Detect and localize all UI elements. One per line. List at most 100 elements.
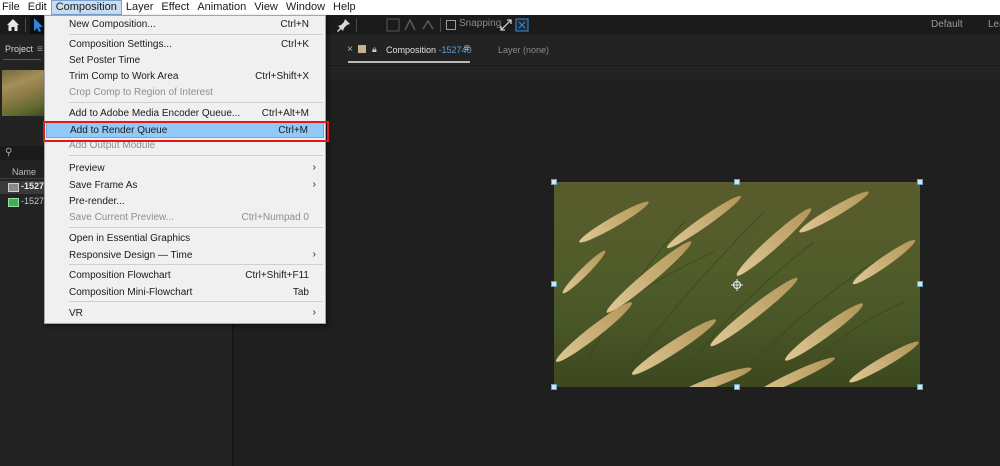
submenu-arrow-icon: › <box>312 307 316 318</box>
project-thumbnail <box>2 70 44 116</box>
menu-separator <box>69 34 323 35</box>
menu-item-shortcut: Ctrl+Shift+F11 <box>245 270 309 281</box>
puppet-icon[interactable] <box>385 17 401 33</box>
menu-item-shortcut: Ctrl+N <box>280 19 309 30</box>
composition-menu-dropdown: New Composition... Ctrl+N Composition Sett… <box>44 15 326 324</box>
menu-item-new-composition[interactable]: New Composition... Ctrl+N <box>46 17 324 33</box>
submenu-arrow-icon: › <box>312 179 316 190</box>
toolbar-separator <box>440 18 441 32</box>
snap-grid-icon[interactable] <box>514 17 530 33</box>
menu-item-label: Open in Essential Graphics <box>69 233 191 244</box>
menu-item-open-in-essential-graphics[interactable]: Open in Essential Graphics <box>46 231 324 247</box>
menu-item-trim-comp-to-work-area[interactable]: Trim Comp to Work Area Ctrl+Shift+X <box>46 69 324 85</box>
tab-underline <box>3 59 41 60</box>
snapping-label: Snapping <box>459 18 502 29</box>
menu-item-responsive-design-time[interactable]: Responsive Design — Time › <box>46 248 324 264</box>
menu-edit[interactable]: Edit <box>24 0 51 15</box>
menu-separator <box>69 301 323 302</box>
lock-icon[interactable]: 🔒︎ <box>372 44 377 55</box>
menu-item-crop-comp-to-region-of-interest[interactable]: Crop Comp to Region of Interest <box>46 85 324 101</box>
transform-handle-bottom-left[interactable] <box>551 384 557 390</box>
toolbar-separator <box>25 18 26 32</box>
menu-item-shortcut: Ctrl+K <box>280 39 309 50</box>
viewer-divider <box>234 65 1000 66</box>
menu-separator <box>69 264 323 265</box>
menu-item-set-poster-time[interactable]: Set Poster Time <box>46 53 324 69</box>
menu-separator <box>69 102 323 103</box>
menu-item-save-frame-as[interactable]: Save Frame As › <box>46 178 324 194</box>
menu-item-preview[interactable]: Preview › <box>46 161 324 177</box>
panel-menu-icon[interactable]: ≡ <box>37 44 43 55</box>
menu-item-save-current-preview[interactable]: Save Current Preview... Ctrl+Numpad 0 <box>46 210 324 226</box>
menu-item-label: Crop Comp to Region of Interest <box>69 87 213 98</box>
toolbar-separator <box>356 18 357 32</box>
menu-item-pre-render[interactable]: Pre-render... <box>46 194 324 210</box>
menu-item-label: Pre-render... <box>69 196 125 207</box>
annotation-highlight-box <box>43 121 329 142</box>
menu-window[interactable]: Window <box>282 0 329 15</box>
workspace-default[interactable]: Default <box>931 19 963 30</box>
composition-icon <box>8 183 19 192</box>
submenu-arrow-icon: › <box>312 162 316 173</box>
menu-animation[interactable]: Animation <box>193 0 250 15</box>
menu-item-label: Responsive Design — Time <box>69 250 193 261</box>
transform-handle-top-left[interactable] <box>551 179 557 185</box>
menu-item-add-to-adobe-media-encoder-queue[interactable]: Add to Adobe Media Encoder Queue... Ctrl+… <box>46 106 324 122</box>
transform-handle-top-right[interactable] <box>917 179 923 185</box>
menu-item-composition-flowchart[interactable]: Composition Flowchart Ctrl+Shift+F11 <box>46 268 324 284</box>
menu-item-label: Composition Settings... <box>69 39 172 50</box>
anchor-point-icon[interactable] <box>731 279 743 291</box>
menu-item-shortcut: Tab <box>292 287 309 298</box>
project-item-image[interactable]: -1527 <box>0 196 44 209</box>
menu-item-vr[interactable]: VR › <box>46 306 324 322</box>
workspace-learn[interactable]: Lea <box>988 19 1000 30</box>
panel-menu-icon[interactable]: ≡ <box>464 43 470 54</box>
snap-arrows-icon[interactable] <box>498 17 514 33</box>
transform-handle-top[interactable] <box>734 179 740 185</box>
menu-item-label: Save Frame As <box>69 180 138 191</box>
menu-item-shortcut: Ctrl+Numpad 0 <box>241 212 309 223</box>
pin-icon[interactable] <box>336 17 352 33</box>
menu-effect[interactable]: Effect <box>157 0 193 15</box>
menu-file[interactable]: File <box>0 0 24 15</box>
home-icon[interactable] <box>5 17 21 33</box>
transform-handle-bottom-right[interactable] <box>917 384 923 390</box>
menu-item-label: Composition Flowchart <box>69 270 171 281</box>
menu-separator <box>69 227 323 228</box>
name-column-header[interactable]: Name <box>0 167 44 179</box>
menu-separator <box>69 155 323 156</box>
menu-bar: File Edit Composition Layer Effect Anima… <box>0 0 1000 15</box>
submenu-arrow-icon: › <box>312 249 316 260</box>
menu-layer[interactable]: Layer <box>122 0 158 15</box>
project-item-composition[interactable]: -1527 <box>0 181 44 194</box>
menu-item-shortcut: Ctrl+Shift+X <box>255 71 309 82</box>
tab-layer[interactable]: Layer (none) <box>498 45 549 55</box>
search-icon: ⚲ <box>5 147 13 158</box>
transform-handle-right[interactable] <box>917 281 923 287</box>
puppet-advanced-icon[interactable] <box>420 17 436 33</box>
menu-help[interactable]: Help <box>329 0 360 15</box>
menu-item-label: New Composition... <box>69 19 156 30</box>
image-file-icon <box>8 198 19 207</box>
menu-item-label: Composition Mini-Flowchart <box>69 287 193 298</box>
menu-composition[interactable]: Composition <box>50 0 122 15</box>
menu-view[interactable]: View <box>250 0 282 15</box>
menu-item-shortcut: Ctrl+Alt+M <box>261 108 309 119</box>
menu-item-label: Set Poster Time <box>69 55 141 66</box>
menu-item-composition-mini-flowchart[interactable]: Composition Mini-Flowchart Tab <box>46 285 324 301</box>
composition-color-swatch <box>358 45 366 53</box>
project-search-field[interactable]: ⚲ <box>0 146 44 160</box>
snapping-checkbox[interactable] <box>446 20 456 30</box>
puppet-pin-icon[interactable] <box>402 17 418 33</box>
menu-item-label: VR <box>69 308 83 319</box>
menu-item-label: Trim Comp to Work Area <box>69 71 179 82</box>
close-icon[interactable]: × <box>347 44 353 55</box>
project-panel: Project ≡ ⚲ Name -1527 -1527 <box>0 35 44 466</box>
menu-item-label: Preview <box>69 163 105 174</box>
project-tab[interactable]: Project <box>0 44 33 58</box>
transform-handle-bottom[interactable] <box>734 384 740 390</box>
transform-handle-left[interactable] <box>551 281 557 287</box>
tab-composition[interactable]: Composition -152740 <box>386 45 472 55</box>
tab-underline <box>348 61 470 63</box>
menu-item-composition-settings[interactable]: Composition Settings... Ctrl+K <box>46 37 324 53</box>
